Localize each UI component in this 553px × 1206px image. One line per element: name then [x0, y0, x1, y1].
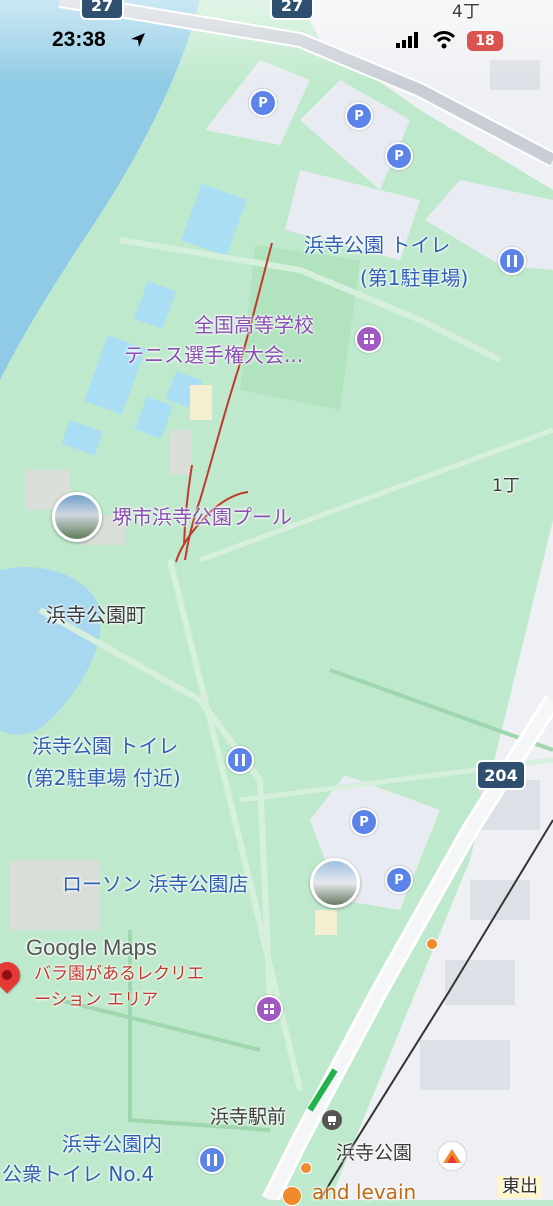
- station-label[interactable]: 浜寺公園: [336, 1142, 412, 1165]
- poi-rose-garden-name[interactable]: バラ園があるレクリエ: [34, 964, 204, 984]
- event-icon[interactable]: [255, 995, 283, 1023]
- event-icon[interactable]: [355, 325, 383, 353]
- google-maps-attribution: Google Maps: [26, 935, 157, 960]
- wifi-icon: [432, 31, 456, 49]
- route-204-shield: 204: [476, 760, 526, 790]
- poi-rose-garden-sub[interactable]: ーション エリア: [34, 990, 158, 1010]
- parking-icon[interactable]: P: [345, 102, 373, 130]
- toilet-icon[interactable]: [226, 746, 254, 774]
- parking-icon[interactable]: P: [385, 142, 413, 170]
- route-number: 204: [484, 765, 518, 785]
- bus-stop-label[interactable]: 浜寺駅前: [210, 1106, 286, 1129]
- parking-icon[interactable]: P: [350, 808, 378, 836]
- shop-marker[interactable]: [426, 938, 438, 950]
- district-label: 4丁: [452, 2, 480, 22]
- poi-pool-name[interactable]: 堺市浜寺公園プール: [112, 505, 292, 529]
- poi-toilet-4-name[interactable]: 浜寺公園内: [62, 1132, 162, 1156]
- poi-toilet-1-name[interactable]: 浜寺公園 トイレ: [304, 233, 450, 257]
- route-27-shield: 27: [270, 0, 314, 20]
- building: [170, 430, 192, 475]
- route-number: 27: [90, 0, 114, 15]
- parking-icon[interactable]: P: [249, 89, 277, 117]
- parking-glyph: P: [394, 148, 404, 164]
- poi-lawson-name[interactable]: ローソン 浜寺公園店: [62, 872, 248, 896]
- poi-tennis-sub[interactable]: テニス選手権大会...: [124, 343, 303, 367]
- poi-toilet-2-sub[interactable]: (第2駐車場 付近): [26, 766, 181, 790]
- district-label: 東出: [498, 1176, 542, 1198]
- poi-tennis-name[interactable]: 全国高等学校: [194, 313, 314, 337]
- route-27-shield: 27: [80, 0, 124, 20]
- parking-glyph: P: [394, 872, 404, 888]
- poi-toilet-4-sub[interactable]: 公衆トイレ No.4: [2, 1162, 154, 1186]
- food-icon[interactable]: [282, 1186, 302, 1206]
- status-time: 23:38: [52, 28, 106, 51]
- city-block: [470, 880, 530, 920]
- town-label: 浜寺公園町: [46, 603, 146, 627]
- parking-glyph: P: [359, 814, 369, 830]
- poi-toilet-2-name[interactable]: 浜寺公園 トイレ: [32, 734, 178, 758]
- city-block: [420, 1040, 510, 1090]
- battery-indicator: 18: [467, 31, 503, 51]
- train-icon[interactable]: [438, 1142, 466, 1170]
- pool-photo-thumbnail[interactable]: [52, 492, 102, 542]
- parking-glyph: P: [354, 108, 364, 124]
- signal-icon: [396, 32, 418, 48]
- battery-level: 18: [475, 33, 495, 49]
- shop-marker[interactable]: [300, 1162, 312, 1174]
- lawson-photo-thumbnail[interactable]: [310, 858, 360, 908]
- poi-toilet-1-sub[interactable]: (第1駐車場): [360, 266, 468, 290]
- district-label: 1丁: [492, 476, 520, 496]
- toilet-icon[interactable]: [498, 247, 526, 275]
- parking-icon[interactable]: P: [385, 866, 413, 894]
- parking-glyph: P: [258, 95, 268, 111]
- location-arrow-icon: [131, 33, 145, 47]
- route-number: 27: [280, 0, 304, 15]
- toilet-icon[interactable]: [198, 1146, 226, 1174]
- building: [190, 385, 212, 420]
- bus-stop-icon[interactable]: [322, 1110, 342, 1130]
- poi-bakery-name[interactable]: and levain: [312, 1180, 416, 1204]
- building: [315, 910, 337, 935]
